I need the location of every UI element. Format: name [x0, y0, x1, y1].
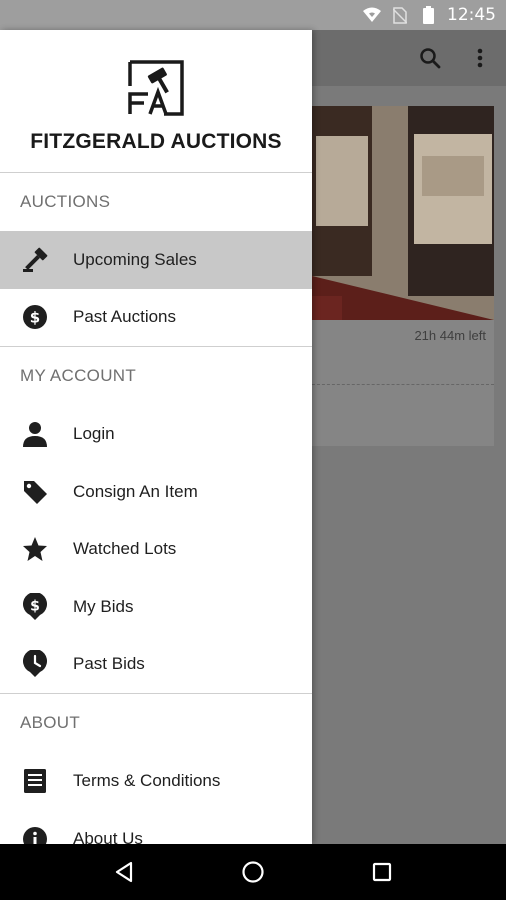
menu-item-consign-an-item[interactable]: Consign An Item — [0, 463, 312, 521]
menu-label: Login — [73, 423, 115, 443]
menu-item-watched-lots[interactable]: Watched Lots — [0, 520, 312, 578]
info-icon — [20, 824, 50, 844]
section-header-my-account: MY ACCOUNT — [20, 366, 137, 386]
auction-card[interactable]: 21h 44m left — [312, 106, 494, 446]
menu-label: Watched Lots — [73, 539, 177, 559]
dollar-circle-icon: $ — [20, 302, 50, 332]
menu-label: Past Bids — [73, 654, 145, 674]
menu-item-login[interactable]: Login — [0, 405, 312, 463]
menu-label: Upcoming Sales — [73, 249, 197, 269]
tag-icon — [20, 477, 50, 507]
fitzgerald-logo-icon — [124, 56, 188, 120]
menu-label: My Bids — [73, 596, 134, 616]
menu-label: Terms & Conditions — [73, 770, 221, 790]
menu-item-past-bids[interactable]: Past Bids — [0, 636, 312, 694]
clock-pin-icon — [20, 649, 50, 679]
time-left-label: 21h 44m left — [414, 328, 486, 343]
battery-icon — [419, 6, 437, 24]
menu-item-my-bids[interactable]: $ My Bids — [0, 578, 312, 636]
card-divider — [312, 384, 494, 385]
status-time: 12:45 — [447, 5, 496, 25]
gavel-icon — [20, 245, 50, 275]
svg-text:$: $ — [30, 598, 40, 614]
home-icon[interactable] — [233, 852, 273, 892]
system-nav-bar — [0, 844, 506, 900]
navigation-drawer: FITZGERALD AUCTIONS AUCTIONS Upcoming Sa… — [0, 30, 312, 844]
search-icon[interactable] — [418, 46, 442, 70]
no-sim-icon — [391, 6, 409, 24]
dollar-pin-icon: $ — [20, 592, 50, 622]
menu-label: Past Auctions — [73, 307, 177, 327]
star-icon — [20, 534, 50, 564]
brand-name: FITZGERALD AUCTIONS — [30, 130, 282, 153]
back-icon[interactable] — [104, 852, 144, 892]
section-header-about: ABOUT — [20, 713, 81, 733]
menu-item-upcoming-sales[interactable]: Upcoming Sales — [0, 231, 312, 289]
menu-item-terms-conditions[interactable]: Terms & Conditions — [0, 752, 312, 810]
menu-item-past-auctions[interactable]: $ Past Auctions — [0, 289, 312, 347]
status-bar: 12:45 — [0, 0, 506, 30]
svg-text:$: $ — [30, 309, 40, 327]
overflow-menu-icon[interactable] — [468, 46, 492, 70]
menu-label: About Us — [73, 828, 143, 844]
menu-item-about-us[interactable]: About Us — [0, 810, 312, 844]
document-icon — [20, 766, 50, 796]
section-header-auctions: AUCTIONS — [20, 192, 111, 211]
drawer-header: FITZGERALD AUCTIONS — [0, 30, 312, 173]
wifi-icon — [363, 6, 381, 24]
recents-icon[interactable] — [362, 852, 402, 892]
menu-label: Consign An Item — [73, 481, 198, 501]
person-icon — [20, 419, 50, 449]
auction-photo — [312, 106, 494, 320]
